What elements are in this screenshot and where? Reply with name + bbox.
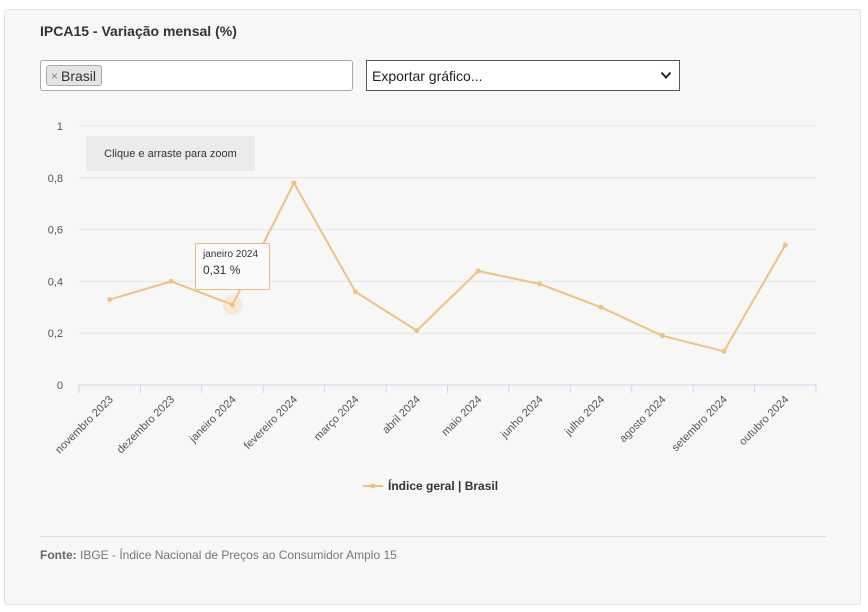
x-tick-label: outubro 2024	[737, 394, 791, 448]
source-footer: Fonte: IBGE - Índice Nacional de Preços …	[40, 548, 397, 562]
footer-divider	[40, 536, 826, 537]
y-tick-label: 1	[57, 121, 63, 133]
data-point	[782, 242, 788, 248]
x-tick-label: dezembro 2023	[115, 394, 178, 457]
x-tick-label: fevereiro 2024	[242, 394, 300, 452]
y-tick-label: 0,2	[48, 328, 63, 340]
chart-legend[interactable]: Índice geral | Brasil	[363, 479, 498, 493]
data-point	[291, 180, 297, 186]
chart-card: IPCA15 - Variação mensal (%) × Brasil Ex…	[4, 9, 861, 605]
x-tick-label: maio 2024	[440, 394, 485, 439]
data-point	[475, 268, 481, 274]
legend-series-label: Índice geral | Brasil	[388, 479, 499, 493]
data-point	[537, 281, 543, 287]
y-tick-label: 0,4	[48, 276, 63, 288]
x-tick-label: junho 2024	[498, 394, 546, 442]
data-point	[352, 289, 358, 295]
y-tick-label: 0,8	[48, 173, 63, 185]
y-tick-label: 0,6	[48, 225, 63, 237]
data-point	[230, 302, 236, 308]
x-tick-label: julho 2024	[562, 394, 607, 439]
data-point	[168, 278, 174, 284]
x-tick-label: novembro 2023	[53, 394, 116, 457]
x-tick-label: agosto 2024	[617, 394, 668, 445]
y-tick-label: 0	[57, 380, 63, 392]
line-chart[interactable]: 0 0,2 0,4 0,6 0,8 1 novembro 2023dezembro 2023…	[5, 10, 860, 604]
source-label: Fonte:	[40, 548, 77, 562]
data-point	[107, 297, 113, 303]
data-point	[414, 328, 420, 334]
data-point	[659, 333, 665, 339]
data-point	[721, 348, 727, 354]
x-tick-label: março 2024	[312, 394, 362, 444]
zoom-hint: Clique e arraste para zoom	[86, 136, 255, 171]
x-tick-label: abril 2024	[380, 394, 423, 437]
x-tick-label: janeiro 2024	[187, 394, 239, 446]
x-tick-label: setembro 2024	[670, 394, 730, 454]
data-point	[598, 304, 604, 310]
tooltip-value: 0,31 %	[203, 263, 241, 277]
legend-line-marker-icon	[363, 483, 383, 489]
tooltip-category: janeiro 2024	[203, 249, 259, 260]
source-text: IBGE - Índice Nacional de Preços ao Cons…	[80, 548, 397, 562]
chart-tooltip: janeiro 2024 0,31 %	[195, 243, 270, 290]
